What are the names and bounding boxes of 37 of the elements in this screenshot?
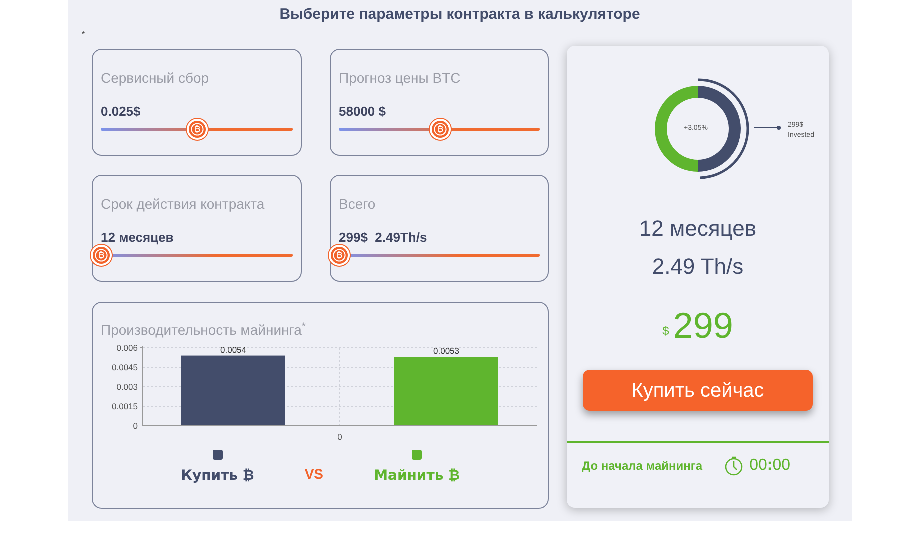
slider-label: Прогноз цены BTC <box>339 69 462 88</box>
hashrate: 2.49 Th/s <box>652 253 744 278</box>
slider-value: 12 месяцев <box>101 229 175 246</box>
y-tick-label: 0 <box>133 421 138 431</box>
slider-label: Сервисный сбор <box>101 69 210 88</box>
countdown-timer: 00:00 <box>750 456 790 476</box>
bitcoin-slider-handle[interactable] <box>91 245 112 266</box>
price: 299 <box>673 304 734 348</box>
slider-label: Срок действия контракта <box>101 195 266 214</box>
slider-value: 299$ 2.49Th/s <box>339 229 428 246</box>
vs-label: VS <box>304 465 324 484</box>
clock-icon <box>724 456 744 476</box>
y-tick-label: 0.0045 <box>112 362 138 372</box>
countdown-label: До начала майнинга <box>582 458 703 475</box>
slider-label: Всего <box>339 195 377 214</box>
bar-value-label: 0.0053 <box>434 346 460 356</box>
currency-sign: $ <box>662 323 670 340</box>
chart-title: Производительность майнинга$^{*}$ <box>101 320 307 340</box>
legend-label[interactable]: Майнить ₿ <box>374 466 460 487</box>
legend-label[interactable]: Купить ₿ <box>181 466 254 487</box>
contract-term: 12 месяцев <box>639 215 757 240</box>
legend-swatch <box>412 450 422 460</box>
legend-swatch <box>212 450 223 460</box>
slider-value: 0.025$ <box>101 103 142 120</box>
footnote-mark: * <box>82 29 86 41</box>
page-title: Выберите параметры контракта в калькуляторе <box>280 5 640 25</box>
bitcoin-slider-handle[interactable] <box>430 119 450 140</box>
bar-value-label: 0.0054 <box>220 344 246 355</box>
bitcoin-slider-handle[interactable] <box>187 119 208 140</box>
x-tick-label: 0 <box>338 432 342 442</box>
buy-now-button[interactable]: Купить сейчас <box>583 370 813 411</box>
y-tick-label: 0.0015 <box>112 402 138 412</box>
slider-value: 58000 $ <box>339 103 387 120</box>
bitcoin-slider-handle[interactable] <box>329 245 350 266</box>
leader-line <box>754 125 782 131</box>
y-tick-label: 0.003 <box>116 382 138 392</box>
y-tick-label: 0.006 <box>116 344 138 353</box>
